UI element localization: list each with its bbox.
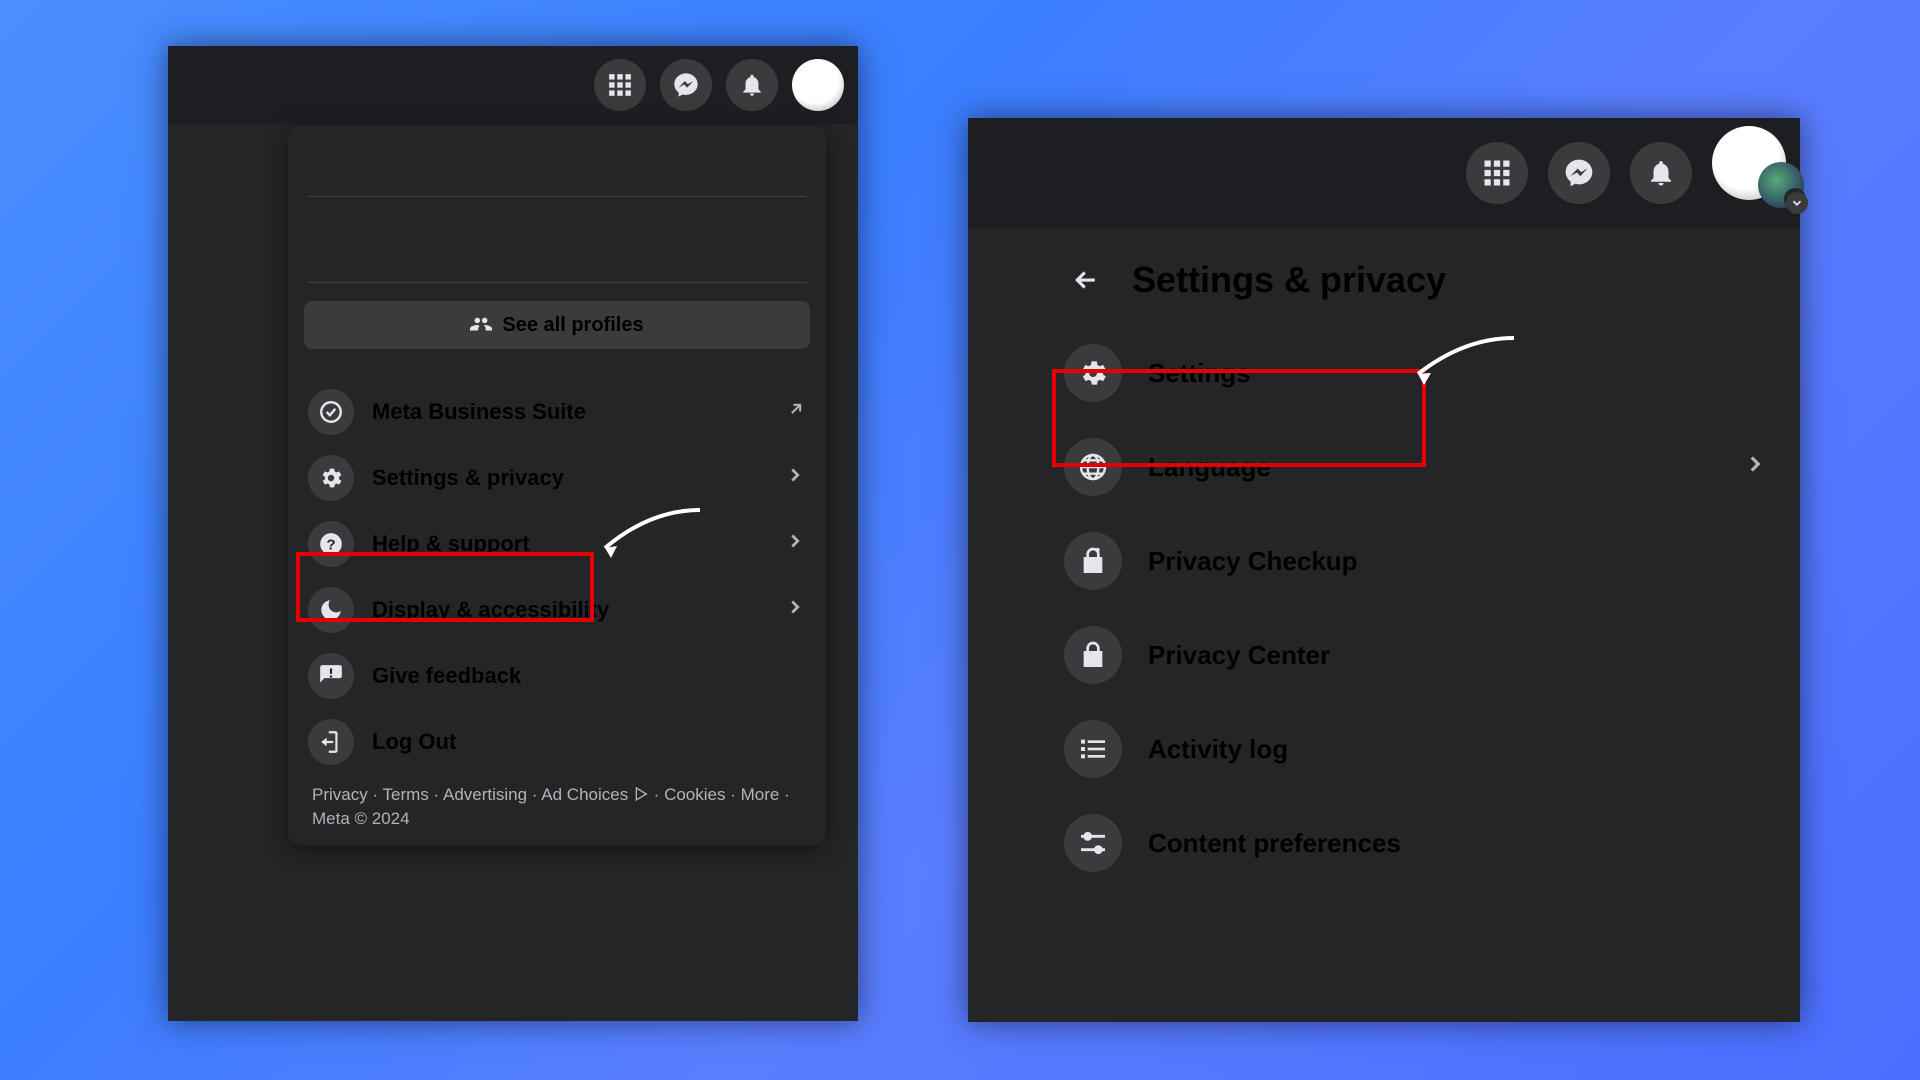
bell-icon	[739, 72, 765, 98]
menu-item-label: Help & support	[372, 531, 530, 557]
feedback-icon	[308, 653, 354, 699]
messenger-button[interactable]	[1548, 142, 1610, 204]
messenger-icon	[672, 71, 700, 99]
globe-icon	[1064, 438, 1122, 496]
logout-icon	[308, 719, 354, 765]
submenu-header: Settings & privacy	[1036, 234, 1796, 312]
external-link-icon	[786, 399, 806, 425]
chevron-down-icon	[1786, 192, 1808, 214]
arrow-left-icon	[1071, 265, 1101, 295]
menu-item-label: Display & accessibility	[372, 597, 609, 623]
menu-item-label: Give feedback	[372, 663, 521, 689]
gear-icon	[1064, 344, 1122, 402]
footer-ad-choices[interactable]: Ad Choices	[541, 785, 628, 804]
menu-item-give-feedback[interactable]: Give feedback	[288, 643, 826, 709]
avatar-group[interactable]	[1712, 146, 1780, 200]
footer-copyright: Meta © 2024	[312, 809, 410, 828]
menu-item-label: Content preferences	[1148, 828, 1401, 859]
chevron-right-icon	[784, 596, 806, 624]
footer-cookies[interactable]: Cookies	[664, 785, 725, 804]
menu-item-meta-business-suite[interactable]: Meta Business Suite	[288, 379, 826, 445]
menu-item-label: Activity log	[1148, 734, 1288, 765]
menu-item-privacy-checkup[interactable]: Privacy Checkup	[1036, 514, 1796, 608]
account-dropdown: See all profiles Meta Business Suite Set…	[288, 126, 826, 845]
menu-item-label: Settings & privacy	[372, 465, 564, 491]
menu-item-label: Log Out	[372, 729, 456, 755]
menu-item-label: Privacy Center	[1148, 640, 1330, 671]
profiles-icon	[470, 314, 492, 336]
menu-item-label: Meta Business Suite	[372, 399, 586, 425]
submenu-title: Settings & privacy	[1132, 259, 1446, 301]
chevron-right-icon	[1742, 451, 1768, 484]
footer-more[interactable]: More	[741, 785, 780, 804]
footer-links: Privacy · Terms · Advertising · Ad Choic…	[288, 775, 826, 845]
see-all-profiles-label: See all profiles	[502, 314, 643, 337]
notifications-button[interactable]	[726, 59, 778, 111]
grid-icon	[1482, 158, 1512, 188]
menu-item-privacy-center[interactable]: Privacy Center	[1036, 608, 1796, 702]
sliders-icon	[1064, 814, 1122, 872]
list-icon	[1064, 720, 1122, 778]
see-all-profiles-button[interactable]: See all profiles	[304, 301, 810, 349]
menu-item-help-support[interactable]: ? Help & support	[288, 511, 826, 577]
lock-icon	[1064, 626, 1122, 684]
chevron-right-icon	[784, 464, 806, 492]
footer-privacy[interactable]: Privacy	[312, 785, 368, 804]
gear-icon	[308, 455, 354, 501]
divider	[308, 282, 806, 283]
menu-item-content-preferences[interactable]: Content preferences	[1036, 796, 1796, 890]
menu-item-label: Privacy Checkup	[1148, 546, 1358, 577]
avatar-button[interactable]	[792, 59, 844, 111]
lock-heart-icon	[1064, 532, 1122, 590]
notifications-button[interactable]	[1630, 142, 1692, 204]
back-button[interactable]	[1064, 258, 1108, 302]
grid-icon	[607, 72, 633, 98]
menu-grid-button[interactable]	[1466, 142, 1528, 204]
menu-item-language[interactable]: Language	[1036, 420, 1796, 514]
menu-item-label: Settings	[1148, 358, 1251, 389]
bell-icon	[1646, 158, 1676, 188]
topbar	[168, 46, 858, 124]
menu-item-activity-log[interactable]: Activity log	[1036, 702, 1796, 796]
footer-advertising[interactable]: Advertising	[443, 785, 527, 804]
messenger-icon	[1563, 157, 1595, 189]
meta-business-icon	[308, 389, 354, 435]
settings-privacy-dropdown: Settings & privacy Settings Language Pri…	[1036, 234, 1796, 890]
menu-item-label: Language	[1148, 452, 1271, 483]
svg-text:?: ?	[326, 536, 335, 553]
chevron-right-icon	[784, 530, 806, 558]
menu-item-display-accessibility[interactable]: Display & accessibility	[288, 577, 826, 643]
menu-grid-button[interactable]	[594, 59, 646, 111]
ad-choices-icon	[633, 786, 649, 802]
moon-icon	[308, 587, 354, 633]
help-icon: ?	[308, 521, 354, 567]
menu-item-log-out[interactable]: Log Out	[288, 709, 826, 775]
topbar	[968, 118, 1800, 228]
messenger-button[interactable]	[660, 59, 712, 111]
menu-item-settings-privacy[interactable]: Settings & privacy	[288, 445, 826, 511]
menu-item-settings[interactable]: Settings	[1036, 326, 1796, 420]
footer-terms[interactable]: Terms	[383, 785, 429, 804]
